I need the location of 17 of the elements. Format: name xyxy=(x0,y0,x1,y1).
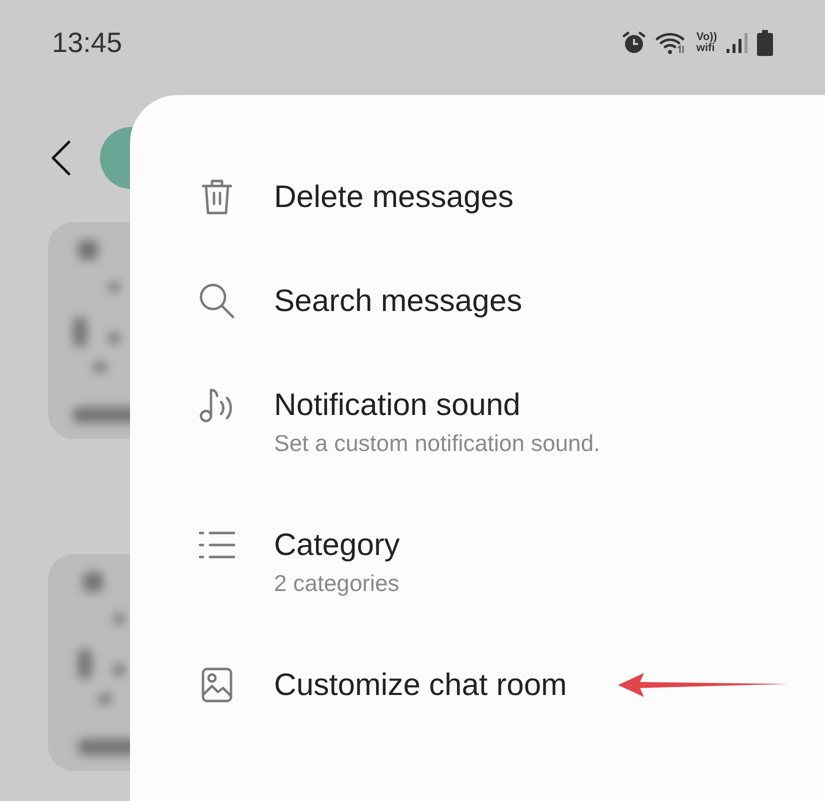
menu-item-title[interactable]: Customize chat room xyxy=(274,665,567,705)
trash-icon xyxy=(200,178,234,216)
volte-wifi-label: Vo)) wifi xyxy=(696,32,717,54)
search-icon xyxy=(198,282,236,320)
menu-item-title[interactable]: Notification sound xyxy=(274,385,600,425)
clock-time: 13:45 xyxy=(52,26,122,58)
alarm-clock-icon xyxy=(622,30,646,54)
battery-icon xyxy=(757,30,773,56)
menu-item-title[interactable]: Search messages xyxy=(274,281,522,321)
image-icon xyxy=(201,667,233,703)
menu-item-subtitle: Set a custom notification sound. xyxy=(274,429,600,458)
menu-item-title[interactable]: Category xyxy=(274,525,400,565)
list-icon xyxy=(198,530,236,560)
back-chevron-icon[interactable] xyxy=(50,140,72,176)
menu-item-title[interactable]: Delete messages xyxy=(274,177,514,217)
menu-item-subtitle: 2 categories xyxy=(274,569,400,598)
signal-icon xyxy=(726,30,748,54)
